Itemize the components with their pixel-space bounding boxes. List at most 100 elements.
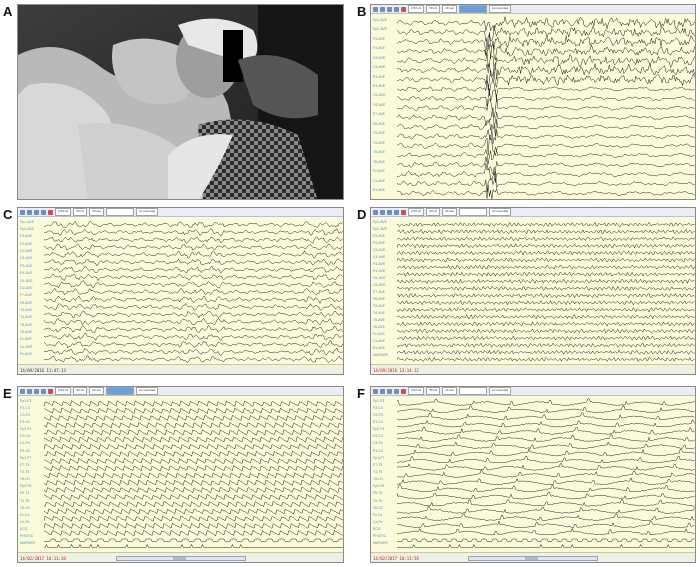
eeg-trace-line bbox=[43, 529, 343, 537]
eeg-trace-line bbox=[43, 355, 343, 363]
channel-label: Fz-Cz bbox=[373, 512, 383, 517]
nav-prev-icon[interactable] bbox=[27, 209, 32, 215]
stop-icon[interactable] bbox=[401, 6, 406, 12]
eeg-trace-line bbox=[396, 527, 695, 536]
channel-label: F3-AVE bbox=[20, 234, 32, 239]
highpass-select[interactable]: 0.53 Hz bbox=[55, 387, 72, 395]
nav-first-icon[interactable] bbox=[373, 209, 378, 215]
channel-label: Fp2-AVE bbox=[373, 27, 387, 32]
channel-label: T5-AVE bbox=[373, 317, 385, 322]
stop-icon[interactable] bbox=[48, 388, 53, 394]
sensitivity-select[interactable] bbox=[459, 5, 488, 13]
eeg-trace-line bbox=[396, 184, 695, 199]
lowpass-select[interactable]: 50 Hz bbox=[426, 387, 441, 395]
channel-label: C3-AVE bbox=[373, 55, 386, 60]
montage-select[interactable]: As recorded bbox=[489, 387, 512, 395]
channel-label: F7-T3 bbox=[20, 462, 30, 467]
eeg-trace-line bbox=[396, 448, 695, 457]
channel-label: T4-AVE bbox=[373, 140, 385, 145]
channel-label: F7-AVE bbox=[373, 112, 385, 117]
scroll-thumb[interactable] bbox=[172, 557, 186, 560]
eeg-trace-line bbox=[397, 543, 695, 548]
stop-icon[interactable] bbox=[401, 209, 406, 215]
channel-label: T4-T6 bbox=[373, 498, 383, 503]
eeg-trace-line bbox=[396, 221, 695, 228]
channel-label: Cz-AVE bbox=[20, 344, 33, 349]
montage-select[interactable]: As recorded bbox=[136, 387, 159, 395]
timebase-select[interactable]: 20 sec bbox=[442, 5, 458, 13]
eeg-panel-c: 0.53 Hz 50 Hz 20 sec As recorded Fp1-AVE… bbox=[17, 207, 344, 375]
status-bar-c: 14/09/2016 11:47:13 bbox=[18, 364, 343, 374]
nav-next-icon[interactable] bbox=[387, 6, 392, 12]
time-scrollbar[interactable] bbox=[115, 556, 246, 561]
lowpass-select[interactable]: 50 Hz bbox=[426, 5, 441, 13]
eeg-trace-line bbox=[43, 457, 343, 465]
highpass-select[interactable]: 0.53 Hz bbox=[408, 208, 425, 216]
highpass-select[interactable]: 0.53 Hz bbox=[408, 387, 425, 395]
channel-label: T6-AVE bbox=[373, 159, 385, 164]
eeg-trace-line bbox=[43, 220, 343, 229]
panel-label-f: F bbox=[357, 386, 365, 401]
nav-first-icon[interactable] bbox=[373, 6, 378, 12]
nav-prev-icon[interactable] bbox=[380, 209, 385, 215]
eeg-trace-line bbox=[396, 469, 695, 478]
eeg-trace-line bbox=[43, 407, 343, 415]
nav-last-icon[interactable] bbox=[394, 209, 399, 215]
lowpass-select[interactable]: 50 Hz bbox=[426, 208, 441, 216]
eeg-trace-line bbox=[396, 69, 695, 90]
nav-next-icon[interactable] bbox=[34, 388, 39, 394]
eeg-trace-line bbox=[396, 462, 695, 471]
sensitivity-select[interactable] bbox=[459, 387, 488, 395]
nav-next-icon[interactable] bbox=[34, 209, 39, 215]
channel-label: O1-AVE bbox=[373, 275, 386, 280]
nav-prev-icon[interactable] bbox=[380, 388, 385, 394]
channel-label: O1-AVE bbox=[373, 93, 386, 98]
nav-first-icon[interactable] bbox=[20, 209, 25, 215]
timebase-select[interactable]: 20 sec bbox=[89, 387, 105, 395]
channel-label: ECG bbox=[20, 527, 28, 532]
channel-label: Fp1-F7 bbox=[20, 455, 32, 460]
timebase-select[interactable]: 20 sec bbox=[89, 208, 105, 216]
nav-prev-icon[interactable] bbox=[380, 6, 385, 12]
eeg-traces-e bbox=[43, 400, 343, 548]
time-scrollbar[interactable] bbox=[468, 556, 598, 561]
nav-first-icon[interactable] bbox=[20, 388, 25, 394]
stop-icon[interactable] bbox=[48, 209, 53, 215]
sensitivity-select[interactable] bbox=[459, 208, 488, 216]
nav-last-icon[interactable] bbox=[41, 209, 46, 215]
channel-label: F4-AVE bbox=[373, 240, 385, 245]
nav-next-icon[interactable] bbox=[387, 388, 392, 394]
nav-last-icon[interactable] bbox=[394, 6, 399, 12]
eeg-trace-line bbox=[43, 479, 343, 487]
timebase-select[interactable]: 20 sec bbox=[442, 208, 458, 216]
montage-select[interactable]: As recorded bbox=[489, 208, 512, 216]
channel-label: F4-C4 bbox=[20, 434, 30, 439]
eeg-toolbar-c: 0.53 Hz 50 Hz 20 sec As recorded bbox=[18, 208, 343, 217]
channel-label: Fp1-F3 bbox=[373, 398, 385, 403]
nav-last-icon[interactable] bbox=[41, 388, 46, 394]
nav-first-icon[interactable] bbox=[373, 388, 378, 394]
eeg-trace-line bbox=[43, 280, 343, 289]
montage-select[interactable]: As recorded bbox=[136, 208, 159, 216]
channel-label: MARKER bbox=[20, 541, 35, 546]
lowpass-select[interactable]: 50 Hz bbox=[73, 387, 88, 395]
nav-next-icon[interactable] bbox=[387, 209, 392, 215]
eeg-trace-line bbox=[396, 243, 695, 249]
lowpass-select[interactable]: 50 Hz bbox=[73, 208, 88, 216]
channel-label: Fp2-AVE bbox=[20, 227, 34, 232]
nav-last-icon[interactable] bbox=[394, 388, 399, 394]
montage-select[interactable]: As recorded bbox=[489, 5, 512, 13]
eeg-trace-line bbox=[396, 134, 695, 156]
highpass-select[interactable]: 0.53 Hz bbox=[55, 208, 72, 216]
eeg-trace-line bbox=[43, 464, 343, 472]
highpass-select[interactable]: 0.53 Hz bbox=[408, 5, 425, 13]
scroll-thumb[interactable] bbox=[525, 557, 539, 560]
timebase-select[interactable]: 20 sec bbox=[442, 387, 458, 395]
sensitivity-select[interactable] bbox=[106, 387, 135, 395]
stop-icon[interactable] bbox=[401, 388, 406, 394]
sensitivity-select[interactable] bbox=[106, 208, 135, 216]
eeg-trace-line bbox=[44, 265, 343, 274]
nav-prev-icon[interactable] bbox=[27, 388, 32, 394]
channel-label: T3-T5 bbox=[373, 469, 383, 474]
channel-label: Cz-AVE bbox=[373, 178, 386, 183]
